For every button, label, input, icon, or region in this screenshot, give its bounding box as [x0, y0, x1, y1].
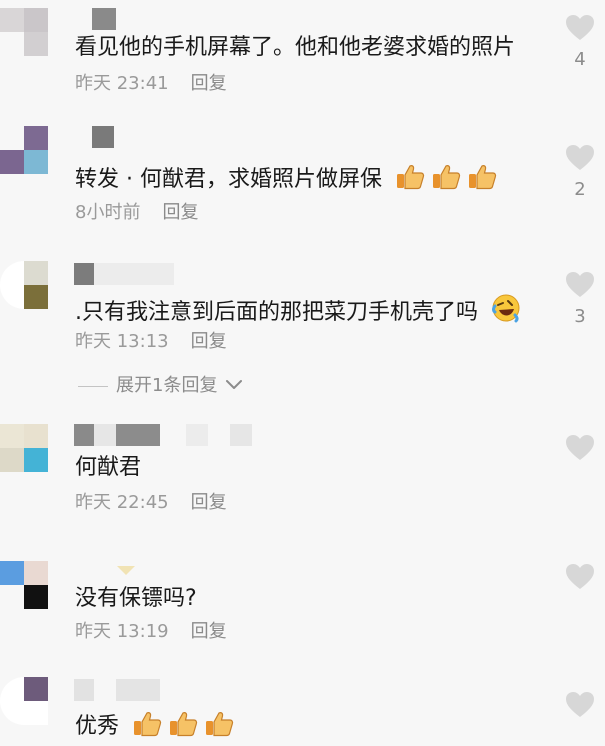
thumbs-up-icon	[206, 712, 234, 737]
thumbs-up-icon	[432, 165, 461, 190]
avatar[interactable]	[0, 561, 48, 609]
comment-meta: 昨天 23:41 回复	[75, 73, 227, 95]
comment-item: 没有保镖吗? 昨天 13:19 回复	[0, 555, 605, 655]
heart-icon	[566, 564, 594, 589]
reply-button[interactable]: 回复	[191, 492, 227, 513]
thumbs-up-icon	[134, 712, 162, 737]
comment-item: 何猷君 昨天 22:45 回复	[0, 420, 605, 530]
comment-meta: 8小时前 回复	[75, 202, 198, 224]
avatar[interactable]	[0, 424, 48, 472]
comment-text: 看见他的手机屏幕了。他和他老婆求婚的照片	[75, 35, 516, 60]
comment-meta: 昨天 13:13 回复	[75, 331, 227, 353]
reply-button[interactable]: 回复	[191, 331, 227, 352]
comment-meta: 昨天 13:19 回复	[75, 621, 227, 643]
avatar[interactable]	[0, 261, 48, 309]
like-count: 4	[574, 49, 586, 70]
like-count: 2	[574, 179, 586, 200]
comment-time: 昨天 22:45	[75, 492, 169, 513]
like-count: 3	[574, 306, 586, 327]
comment-text-content: 转发 · 何猷君，求婚照片做屏保	[75, 167, 382, 192]
comment-time: 昨天 13:13	[75, 331, 169, 352]
thumbs-up-icon	[468, 165, 497, 190]
comment-text: 没有保镖吗?	[75, 586, 197, 611]
like-button[interactable]	[563, 563, 597, 590]
reply-button[interactable]: 回复	[162, 202, 198, 223]
chevron-down-icon	[226, 380, 243, 389]
comment-text-content: 优秀	[75, 714, 120, 739]
expand-divider	[78, 385, 108, 387]
reply-button[interactable]: 回复	[191, 621, 227, 642]
comment-meta: 昨天 22:45 回复	[75, 492, 227, 514]
like-button[interactable]: 4	[563, 14, 597, 71]
heart-icon	[566, 272, 594, 297]
like-button[interactable]: 3	[563, 271, 597, 328]
comment-text: 何猷君	[75, 455, 142, 480]
avatar[interactable]	[0, 126, 48, 174]
thumbs-up-icon	[170, 712, 198, 737]
heart-icon	[566, 145, 594, 170]
heart-icon	[566, 15, 594, 40]
chevron-down-icon	[117, 566, 135, 575]
comment-text: 优秀	[75, 711, 234, 741]
like-button[interactable]: 2	[563, 144, 597, 201]
reply-button[interactable]: 回复	[191, 73, 227, 94]
thumbs-up-icon	[396, 165, 425, 190]
comment-time: 昨天 13:19	[75, 621, 169, 642]
heart-icon	[566, 435, 594, 460]
comment-text: .只有我注意到后面的那把菜刀手机壳了吗	[75, 293, 521, 327]
expand-replies-button[interactable]: 展开1条回复	[78, 375, 243, 397]
comment-text-content: .只有我注意到后面的那把菜刀手机壳了吗	[75, 300, 478, 325]
rolling-laugh-icon	[492, 294, 520, 323]
comment-text: 转发 · 何猷君，求婚照片做屏保	[75, 164, 497, 194]
comment-time: 8小时前	[75, 202, 141, 223]
comment-item: .只有我注意到后面的那把菜刀手机壳了吗 昨天 13:13 回复 展开1条回复 3	[0, 255, 605, 405]
avatar[interactable]	[0, 8, 48, 56]
comment-time: 昨天 23:41	[75, 73, 169, 94]
like-button[interactable]	[563, 691, 597, 718]
comment-item: 看见他的手机屏幕了。他和他老婆求婚的照片 昨天 23:41 回复 4	[0, 0, 605, 110]
avatar[interactable]	[0, 677, 48, 725]
like-button[interactable]	[563, 434, 597, 461]
heart-icon	[566, 692, 594, 717]
expand-replies-label: 展开1条回复	[116, 375, 218, 396]
comment-item: 优秀	[0, 673, 605, 746]
comment-item: 转发 · 何猷君，求婚照片做屏保 8小时前 回复 2	[0, 120, 605, 240]
